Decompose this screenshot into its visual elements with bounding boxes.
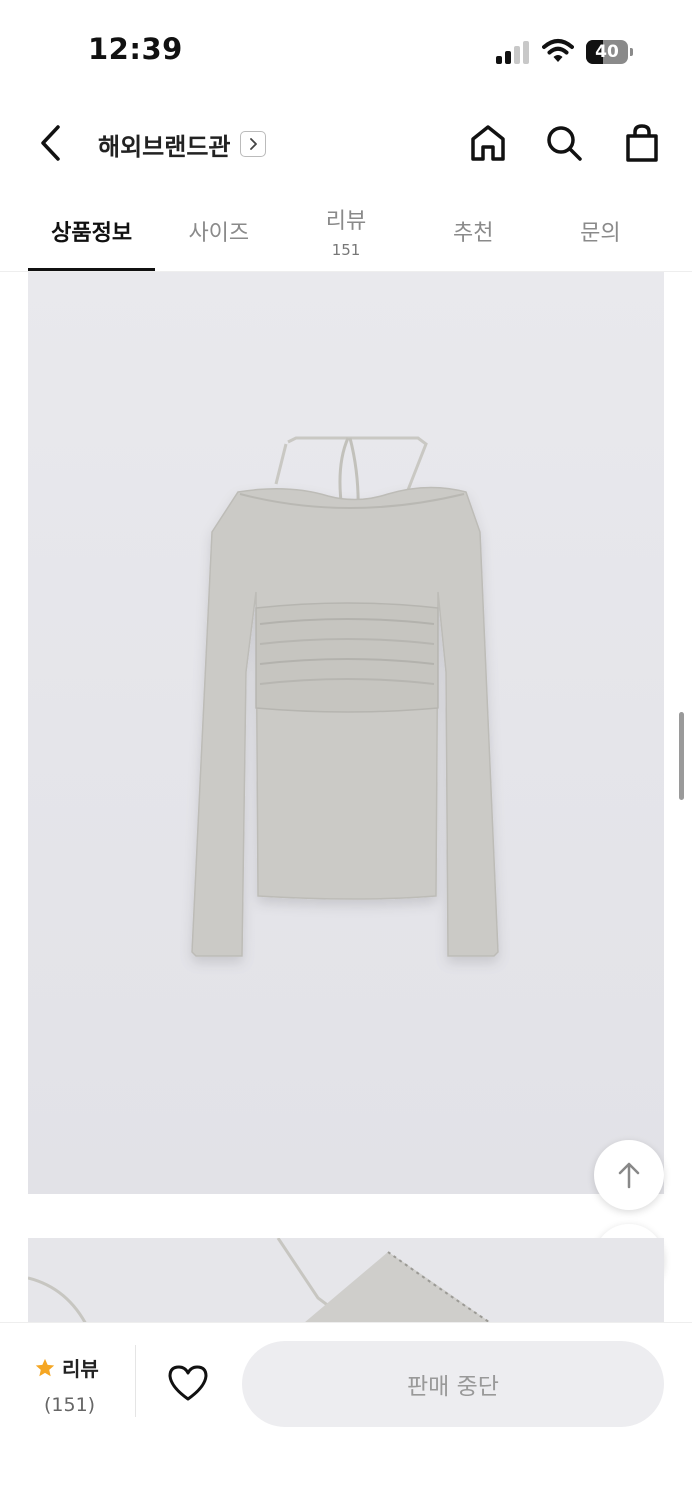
tab-product-info[interactable]: 상품정보 [28, 190, 156, 272]
product-image-2 [28, 1238, 664, 1328]
brand-link[interactable]: 해외브랜드관 [98, 124, 267, 164]
wishlist-button[interactable] [164, 1361, 212, 1405]
tab-inquiry[interactable]: 문의 [537, 190, 664, 272]
review-label: 리뷰 [62, 1357, 99, 1381]
tab-review[interactable]: 리뷰 151 [282, 190, 409, 272]
home-icon [471, 125, 505, 161]
scrollbar[interactable] [679, 712, 684, 800]
bottom-action-bar: 리뷰 (151) 판매 중단 [0, 1322, 692, 1500]
brand-title: 해외브랜드관 [98, 132, 231, 161]
star-icon [35, 1358, 55, 1376]
tab-size[interactable]: 사이즈 [155, 190, 282, 272]
tab-label: 리뷰 [325, 209, 367, 234]
battery-icon: 40 [586, 40, 634, 64]
tab-recommend[interactable]: 추천 [410, 190, 537, 272]
sold-out-button[interactable]: 판매 중단 [242, 1341, 664, 1427]
scroll-up-button[interactable] [594, 1140, 664, 1210]
tab-label: 상품정보 [51, 221, 133, 246]
status-time: 12:39 [88, 32, 183, 66]
arrow-up-icon [618, 1162, 640, 1189]
review-summary[interactable]: 리뷰 (151) [34, 1353, 130, 1417]
wifi-icon [542, 38, 574, 64]
tab-label: 추천 [452, 221, 494, 246]
search-icon [547, 126, 582, 161]
review-tab-count: 151 [331, 241, 361, 259]
heart-icon [168, 1365, 208, 1401]
cellular-signal-icon [496, 40, 532, 64]
product-detail-screen: 12:39 40 해외브랜드관 상품정보 사이즈 리뷰 151 추천 문의 리뷰… [0, 0, 692, 1500]
product-tabs: 상품정보 사이즈 리뷰 151 추천 문의 [28, 190, 664, 272]
divider [135, 1345, 136, 1417]
search-button[interactable] [542, 120, 586, 166]
review-count: (151) [44, 1394, 96, 1416]
tab-label: 문의 [580, 221, 621, 246]
home-button[interactable] [466, 120, 510, 166]
product-image [28, 272, 664, 1194]
shopping-bag-icon [626, 124, 658, 162]
back-button[interactable] [30, 120, 70, 166]
top-navigation: 해외브랜드관 [0, 100, 692, 188]
status-bar: 12:39 40 [0, 0, 692, 100]
battery-level: 40 [595, 42, 619, 62]
tab-label: 사이즈 [188, 221, 250, 246]
back-icon [41, 125, 60, 161]
cart-button[interactable] [620, 120, 664, 166]
chevron-right-icon [240, 131, 267, 157]
